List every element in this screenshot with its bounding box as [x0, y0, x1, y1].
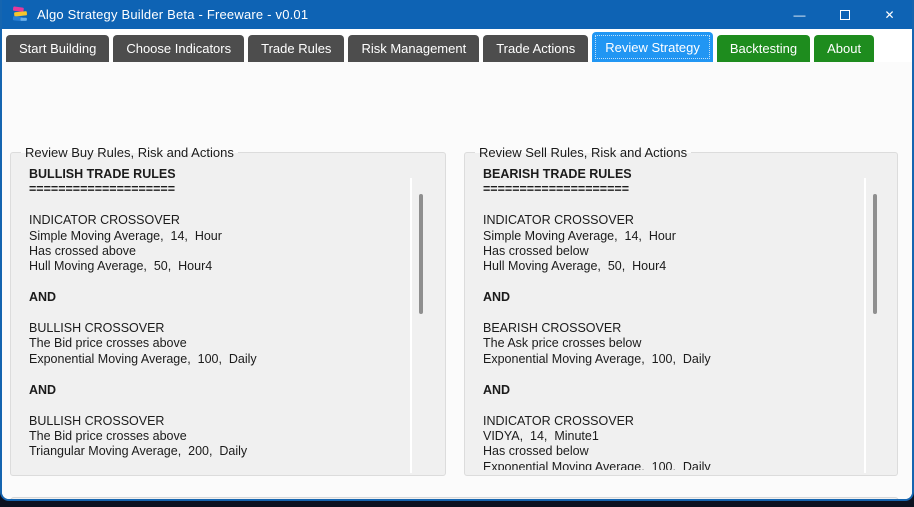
rule-line: ====================	[29, 182, 175, 197]
rule-line: INDICATOR CROSSOVER	[29, 213, 180, 228]
rule-line: Triangular Moving Average, 200, Daily	[29, 444, 248, 459]
rule-line: Has crossed above	[29, 244, 137, 259]
rule-line	[29, 367, 404, 382]
window-controls: — ✕	[777, 0, 912, 29]
tab-about[interactable]: About	[814, 35, 875, 62]
tab-trade-rules[interactable]: Trade Rules	[248, 35, 345, 62]
rule-line	[483, 398, 858, 413]
close-icon: ✕	[884, 7, 895, 22]
rule-line: INDICATOR CROSSOVER	[483, 413, 634, 428]
rule-line: BULLISH TRADE RULES	[29, 167, 176, 181]
rule-line: The Bid price crosses above	[29, 428, 187, 443]
rule-line: Simple Moving Average, 14, Hour	[483, 228, 676, 243]
rule-line: The Bid price crosses above	[29, 336, 187, 351]
rule-line: AND	[29, 290, 57, 305]
tab-trade-actions[interactable]: Trade Actions	[483, 35, 589, 62]
rule-line: AND	[483, 382, 511, 397]
tab-strip: Start Building Choose Indicators Trade R…	[2, 29, 912, 62]
window-title: Algo Strategy Builder Beta - Freeware - …	[37, 7, 309, 22]
rule-line: The Ask price crosses below	[483, 336, 642, 351]
rule-line: Exponential Moving Average, 100, Daily	[483, 459, 711, 470]
rule-line	[29, 275, 404, 290]
title-bar: Algo Strategy Builder Beta - Freeware - …	[2, 0, 912, 29]
rule-line: BEARISH TRADE RULES	[483, 167, 632, 181]
rule-line	[483, 275, 858, 290]
rule-line	[483, 367, 858, 382]
sell-rules-scrollbar-thumb[interactable]	[873, 194, 877, 314]
rule-line	[29, 306, 404, 321]
rule-line: ====================	[483, 182, 629, 197]
minimize-button[interactable]: —	[777, 0, 822, 29]
buy-rules-group-title: Review Buy Rules, Risk and Actions	[21, 145, 238, 160]
rule-line: AND	[483, 290, 511, 305]
maximize-icon	[839, 9, 850, 20]
rule-line: VIDYA, 14, Minute1	[483, 428, 599, 443]
sell-rules-scrollbar-track[interactable]	[864, 178, 866, 473]
rule-line	[29, 198, 404, 213]
tab-choose-indicators[interactable]: Choose Indicators	[113, 35, 245, 62]
app-window: Algo Strategy Builder Beta - Freeware - …	[0, 0, 914, 501]
main-area: Review Buy Rules, Risk and Actions BULLI…	[2, 62, 912, 499]
rule-line: AND	[29, 382, 57, 397]
sell-rules-groupbox: Review Sell Rules, Risk and Actions BEAR…	[464, 145, 898, 476]
close-button[interactable]: ✕	[867, 0, 912, 29]
rule-line	[483, 198, 858, 213]
buy-rules-groupbox: Review Buy Rules, Risk and Actions BULLI…	[10, 145, 446, 476]
app-logo-icon	[12, 6, 28, 22]
rule-line: Simple Moving Average, 14, Hour	[29, 228, 222, 243]
rule-line	[29, 398, 404, 413]
rule-line: Exponential Moving Average, 100, Daily	[483, 351, 711, 366]
maximize-button[interactable]	[822, 0, 867, 29]
rule-line: BEARISH CROSSOVER	[483, 321, 622, 336]
rule-line: INDICATOR CROSSOVER	[483, 213, 634, 228]
tab-start-building[interactable]: Start Building	[6, 35, 110, 62]
rule-line: Hull Moving Average, 50, Hour4	[29, 259, 213, 274]
minimize-icon: —	[793, 7, 806, 22]
rule-line: BULLISH CROSSOVER	[29, 321, 165, 336]
sell-rules-textbox[interactable]: BEARISH TRADE RULES ==================== …	[483, 167, 858, 470]
footer-panel: Need Help? ... Save Run Strategy	[10, 497, 899, 499]
rule-line: Exponential Moving Average, 100, Daily	[29, 351, 257, 366]
rule-line	[483, 306, 858, 321]
rule-line: Has crossed below	[483, 444, 589, 459]
tab-risk-management[interactable]: Risk Management	[348, 35, 480, 62]
tab-backtesting[interactable]: Backtesting	[716, 35, 811, 62]
rule-line: Hull Moving Average, 50, Hour4	[483, 259, 667, 274]
buy-rules-textbox[interactable]: BULLISH TRADE RULES ==================== …	[29, 167, 404, 470]
tab-review-strategy[interactable]: Review Strategy	[592, 32, 713, 62]
sell-rules-group-title: Review Sell Rules, Risk and Actions	[475, 145, 692, 160]
buy-rules-scrollbar-thumb[interactable]	[419, 194, 423, 314]
rule-line: Has crossed below	[483, 244, 589, 259]
rule-line: BULLISH CROSSOVER	[29, 413, 165, 428]
buy-rules-scrollbar-track[interactable]	[410, 178, 412, 473]
